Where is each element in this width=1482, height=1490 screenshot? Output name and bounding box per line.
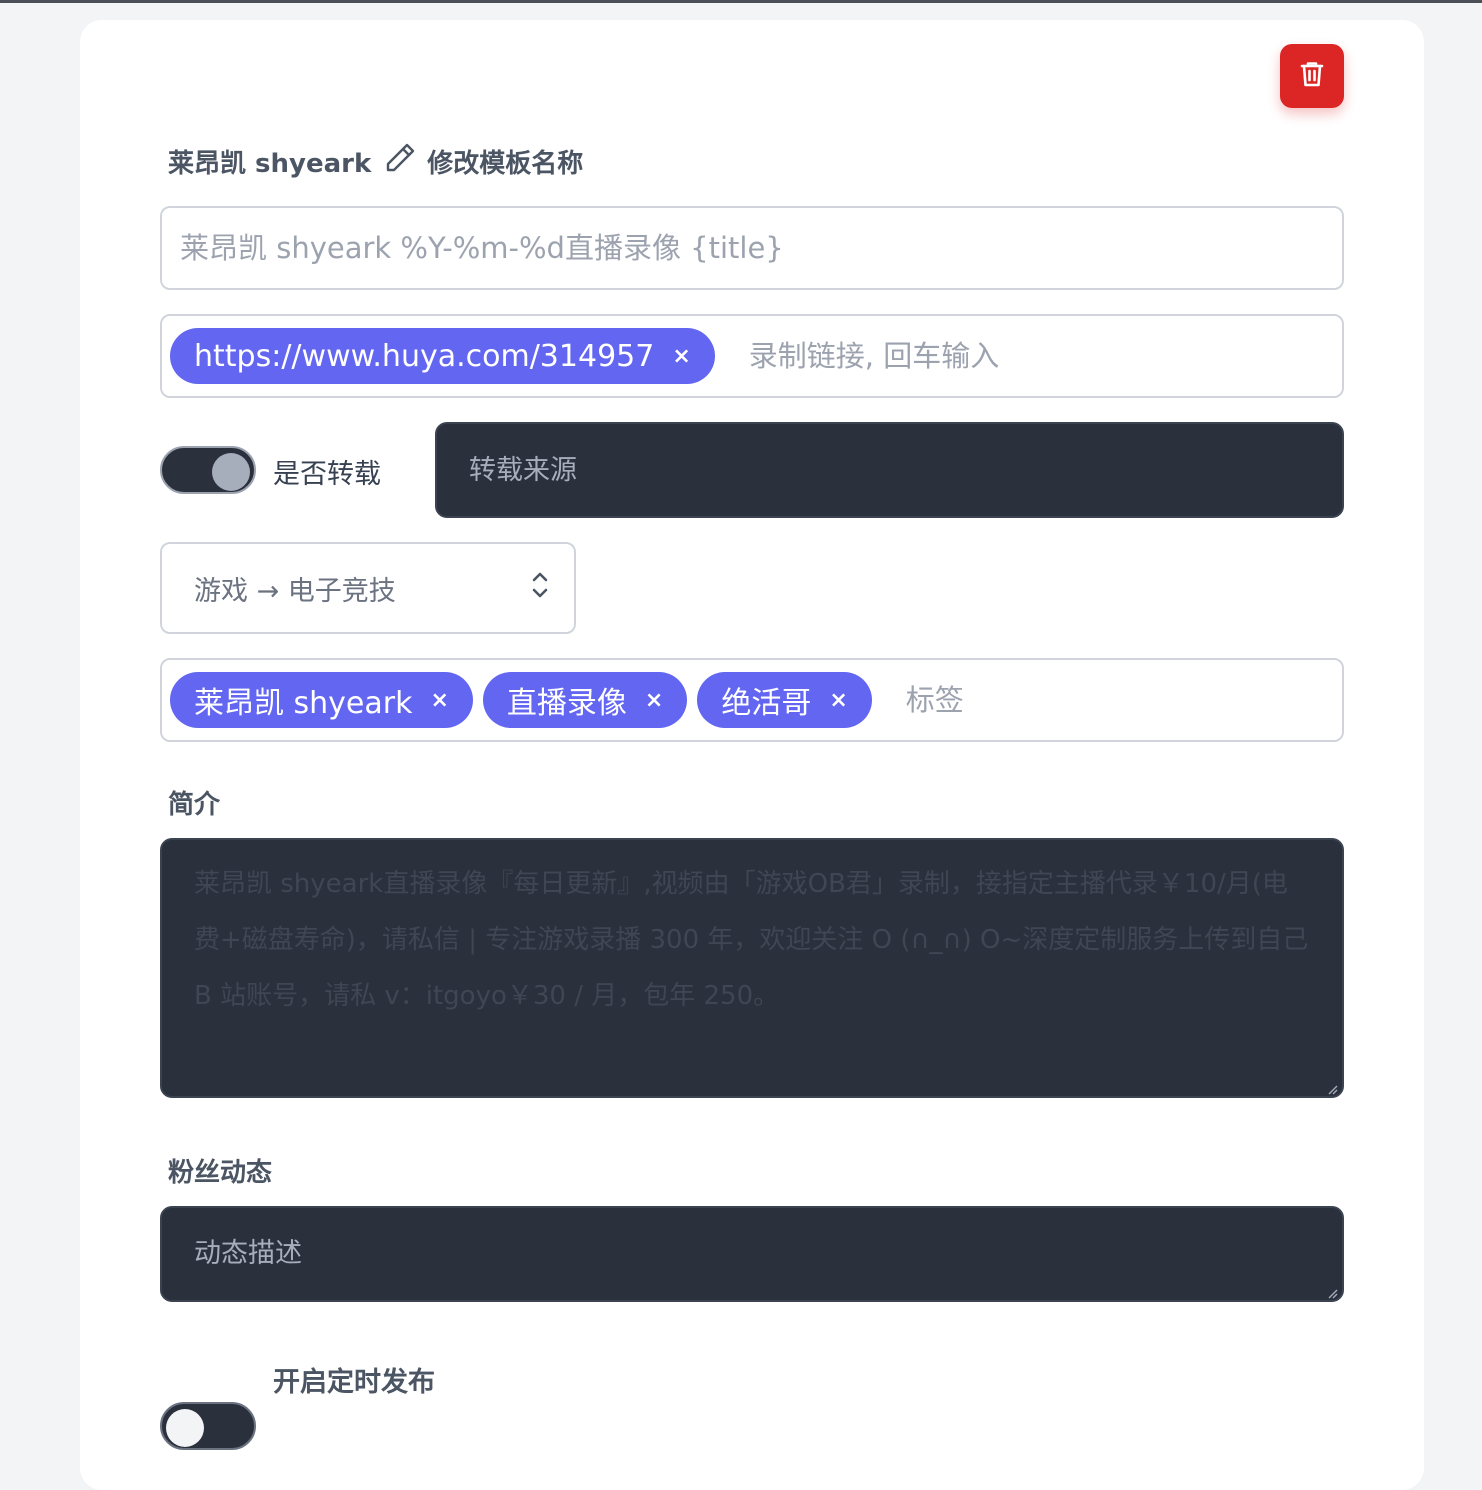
toggle-knob (166, 1409, 204, 1447)
description-field[interactable] (160, 838, 1344, 1098)
repost-label: 是否转载 (273, 459, 381, 490)
description-label: 简介 (168, 790, 221, 820)
fans-dynamic-textarea[interactable] (162, 1208, 1342, 1300)
toggle-knob (212, 453, 250, 491)
record-link-input[interactable] (724, 316, 1334, 396)
video-title-input[interactable] (162, 208, 1342, 288)
schedule-label: 开启定时发布 (273, 1367, 435, 1398)
record-links-field[interactable]: https://www.huya.com/314957 × (160, 314, 1344, 398)
edit-template-name-label: 修改模板名称 (427, 148, 584, 179)
fans-dynamic-field[interactable] (160, 1206, 1344, 1302)
pencil-icon (383, 141, 417, 182)
tag-chip-label: 莱昂凯 shyeark (194, 686, 413, 721)
repost-source-field[interactable] (435, 422, 1344, 518)
resize-handle-icon[interactable] (1326, 1284, 1338, 1299)
video-title-field[interactable] (160, 206, 1344, 290)
description-textarea[interactable] (162, 840, 1342, 1096)
remove-tag-icon[interactable]: × (645, 688, 663, 713)
template-card: 莱昂凯 shyeark 修改模板名称 https://www.huya.com/… (80, 20, 1424, 1490)
tag-input[interactable] (881, 660, 1334, 740)
edit-template-name-button[interactable]: 修改模板名称 (383, 141, 583, 182)
template-name: 莱昂凯 shyeark (168, 148, 372, 179)
chevron-up-down-icon (530, 569, 550, 608)
category-select[interactable]: 游戏 → 电子竞技 (160, 542, 576, 634)
schedule-toggle[interactable] (160, 1402, 256, 1450)
repost-source-input[interactable] (437, 424, 1342, 516)
window-top-border (0, 0, 1482, 3)
remove-link-icon[interactable]: × (672, 344, 690, 369)
category-selected-value: 游戏 → 电子竞技 (194, 575, 396, 607)
delete-template-button[interactable] (1280, 44, 1344, 108)
tag-chip[interactable]: 莱昂凯 shyeark × (170, 672, 473, 728)
resize-handle-icon[interactable] (1326, 1080, 1338, 1095)
tag-chip-label: 直播录像 (506, 686, 627, 721)
repost-toggle[interactable] (160, 446, 256, 494)
tags-field[interactable]: 莱昂凯 shyeark × 直播录像 × 绝活哥 × (160, 658, 1344, 742)
tag-chip-label: 绝活哥 (721, 686, 812, 721)
fans-dynamic-label: 粉丝动态 (168, 1158, 273, 1188)
tag-chip[interactable]: 直播录像 × (482, 672, 688, 728)
remove-tag-icon[interactable]: × (829, 688, 847, 713)
link-chip[interactable]: https://www.huya.com/314957 × (170, 328, 715, 384)
remove-tag-icon[interactable]: × (430, 688, 448, 713)
template-title-row: 莱昂凯 shyeark 修改模板名称 (168, 142, 583, 180)
link-chip-label: https://www.huya.com/314957 (194, 338, 655, 374)
trash-icon (1299, 60, 1325, 92)
tag-chip[interactable]: 绝活哥 × (697, 672, 872, 728)
